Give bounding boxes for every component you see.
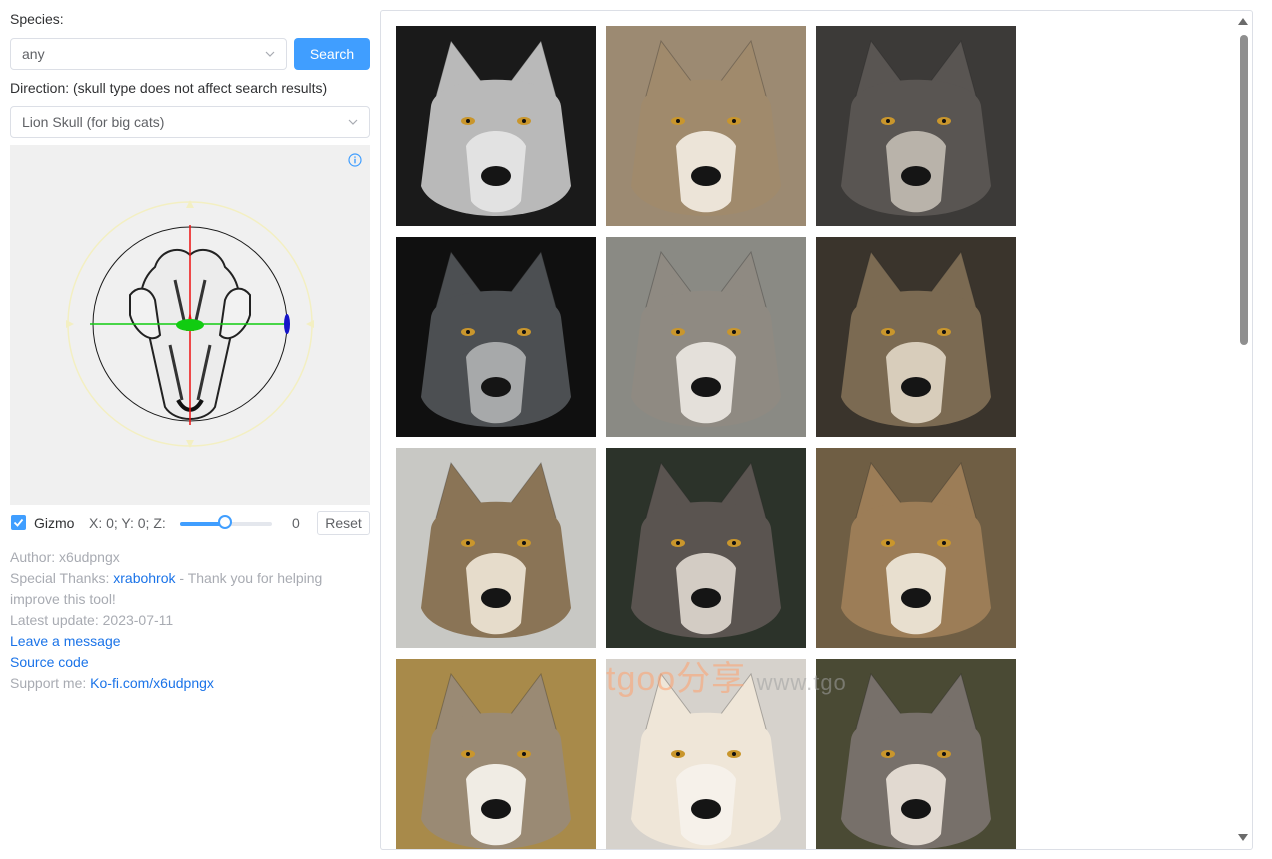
watermark-site: www.tgo bbox=[756, 670, 847, 695]
wolf-photo-9[interactable] bbox=[816, 448, 1016, 648]
chevron-down-icon bbox=[265, 51, 275, 57]
skull-select-value: Lion Skull (for big cats) bbox=[22, 114, 165, 130]
rotation-gizmo[interactable] bbox=[10, 145, 370, 505]
special-thanks: Special Thanks: xrabohrok - Thank you fo… bbox=[10, 568, 340, 610]
wolf-photo-7[interactable] bbox=[396, 448, 596, 648]
results-panel[interactable]: tgoo分享 www.tgo bbox=[380, 10, 1253, 850]
support: Support me: Ko-fi.com/x6udpngx bbox=[10, 673, 340, 694]
check-icon bbox=[13, 518, 24, 527]
search-button[interactable]: Search bbox=[294, 38, 370, 70]
wolf-photo-4[interactable] bbox=[396, 237, 596, 437]
thanks-link[interactable]: xrabohrok bbox=[113, 570, 175, 586]
wolf-photo-3[interactable] bbox=[816, 26, 1016, 226]
reset-button[interactable]: Reset bbox=[317, 511, 370, 535]
credits: Author: x6udpngx Special Thanks: xrabohr… bbox=[10, 547, 340, 694]
support-prefix: Support me: bbox=[10, 675, 87, 691]
results-scrollbar[interactable] bbox=[1234, 11, 1252, 849]
wolf-photo-10[interactable] bbox=[396, 659, 596, 849]
z-slider-thumb[interactable] bbox=[218, 515, 232, 529]
leave-message-link[interactable]: Leave a message bbox=[10, 633, 121, 649]
kofi-link[interactable]: Ko-fi.com/x6udpngx bbox=[90, 675, 214, 691]
wolf-photo-6[interactable] bbox=[816, 237, 1016, 437]
gizmo-checkbox[interactable] bbox=[11, 515, 26, 530]
skull-select[interactable]: Lion Skull (for big cats) bbox=[10, 106, 370, 138]
author-text: Author: x6udpngx bbox=[10, 549, 120, 565]
wolf-photo-8[interactable] bbox=[606, 448, 806, 648]
scroll-down-icon[interactable] bbox=[1238, 834, 1248, 841]
gizmo-controls: Gizmo X: 0; Y: 0; Z: 0 Reset bbox=[10, 511, 370, 535]
wolf-photo-2[interactable] bbox=[606, 26, 806, 226]
thanks-prefix: Special Thanks: bbox=[10, 570, 110, 586]
gizmo-label: Gizmo bbox=[34, 515, 75, 531]
watermark-brand: tgoo分享 bbox=[606, 660, 747, 698]
wolf-photo-1[interactable] bbox=[396, 26, 596, 226]
coords-label: X: 0; Y: 0; Z: bbox=[89, 515, 166, 531]
scroll-thumb[interactable] bbox=[1240, 35, 1248, 345]
source-code-link[interactable]: Source code bbox=[10, 654, 89, 670]
wolf-photo-5[interactable] bbox=[606, 237, 806, 437]
scroll-up-icon[interactable] bbox=[1238, 18, 1248, 25]
skull-3d-viewer[interactable] bbox=[10, 145, 370, 505]
chevron-down-icon bbox=[348, 119, 358, 125]
species-select[interactable]: any bbox=[10, 38, 287, 70]
species-label: Species: bbox=[10, 11, 64, 27]
z-value: 0 bbox=[292, 515, 300, 531]
species-select-value: any bbox=[22, 46, 45, 62]
direction-label: Direction: (skull type does not affect s… bbox=[10, 80, 328, 96]
latest-update: Latest update: 2023-07-11 bbox=[10, 612, 174, 628]
watermark: tgoo分享 www.tgo bbox=[606, 651, 847, 700]
